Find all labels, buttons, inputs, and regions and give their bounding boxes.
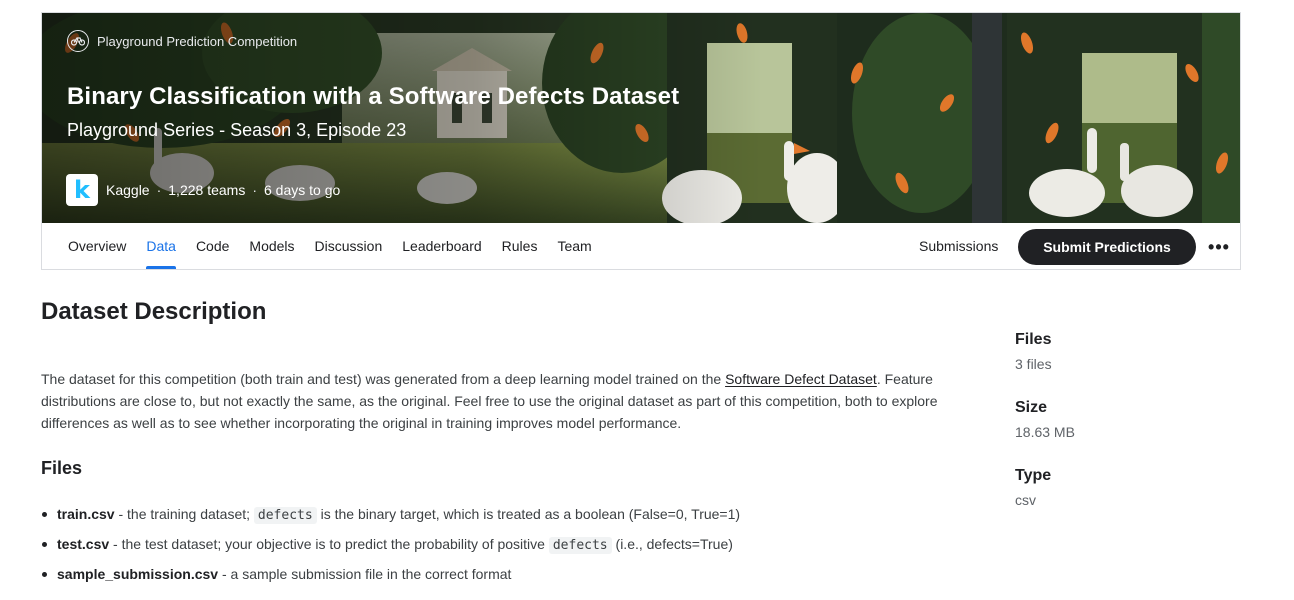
competition-title: Binary Classification with a Software De…: [67, 83, 680, 110]
submissions-link[interactable]: Submissions: [919, 223, 998, 269]
competition-header-card: Playground Prediction Competition Binary…: [41, 12, 1241, 270]
size-label: Size: [1015, 399, 1048, 416]
tab-models[interactable]: Models: [239, 223, 304, 269]
file-description: - the training dataset;: [114, 506, 254, 522]
page-title: Dataset Description: [41, 298, 267, 325]
separator-dot: ·: [156, 182, 162, 198]
bicycle-icon: [67, 30, 89, 52]
file-name: test.csv: [57, 536, 110, 552]
size-block: Size 18.63 MB: [1015, 398, 1215, 466]
team-count: 1,228 teams: [168, 182, 246, 198]
tab-code[interactable]: Code: [186, 223, 239, 269]
list-item: train.csv - the training dataset; defect…: [41, 503, 996, 533]
kaggle-logo-icon[interactable]: k: [66, 174, 98, 206]
software-defect-dataset-link[interactable]: Software Defect Dataset: [725, 371, 877, 387]
file-description: is the binary target, which is treated a…: [316, 506, 741, 522]
files-label: Files: [1015, 331, 1052, 348]
file-list: train.csv - the training dataset; defect…: [41, 503, 996, 593]
inline-code: defects: [548, 537, 612, 554]
list-item: sample_submission.csv - a sample submiss…: [41, 563, 996, 593]
description-paragraph: The dataset for this competition (both t…: [41, 368, 996, 434]
files-heading: Files: [41, 458, 83, 478]
competition-nav: Overview Data Code Models Discussion Lea…: [42, 223, 1240, 269]
competition-type: Playground Prediction Competition: [67, 30, 297, 52]
file-name: sample_submission.csv: [57, 566, 219, 582]
submit-predictions-button[interactable]: Submit Predictions: [1018, 229, 1196, 265]
inline-code: defects: [253, 507, 317, 524]
tab-overview[interactable]: Overview: [58, 223, 136, 269]
tab-data[interactable]: Data: [136, 223, 186, 269]
files-value: 3 files: [1015, 356, 1052, 372]
file-name: train.csv: [57, 506, 115, 522]
host-info: k Kaggle · 1,228 teams · 6 days to go: [66, 174, 340, 206]
dataset-description: Dataset Description The dataset for this…: [41, 298, 996, 582]
tab-leaderboard[interactable]: Leaderboard: [392, 223, 491, 269]
competition-banner: Playground Prediction Competition Binary…: [42, 13, 1240, 223]
competition-subtitle: Playground Series - Season 3, Episode 23: [67, 120, 407, 140]
separator-dot: ·: [252, 182, 257, 198]
tab-team[interactable]: Team: [547, 223, 601, 269]
type-label: Type: [1015, 467, 1052, 484]
competition-type-label: Playground Prediction Competition: [97, 33, 298, 49]
host-name[interactable]: Kaggle: [106, 182, 150, 198]
size-value: 18.63 MB: [1015, 424, 1075, 440]
more-horizontal-icon[interactable]: •••: [1202, 229, 1236, 265]
tab-list: Overview Data Code Models Discussion Lea…: [58, 223, 602, 269]
tab-rules[interactable]: Rules: [492, 223, 548, 269]
tab-discussion[interactable]: Discussion: [305, 223, 393, 269]
dataset-metadata-sidebar: Files 3 files Size 18.63 MB Type csv: [1015, 330, 1215, 534]
file-description: - a sample submission file in the correc…: [218, 566, 512, 582]
type-value: csv: [1015, 492, 1036, 508]
description-text: The dataset for this competition (both t…: [41, 371, 726, 387]
type-block: Type csv: [1015, 466, 1215, 534]
files-count-block: Files 3 files: [1015, 330, 1215, 398]
deadline: 6 days to go: [264, 182, 341, 198]
list-item: test.csv - the test dataset; your object…: [41, 533, 996, 563]
file-description: (i.e., defects=True): [611, 536, 733, 552]
file-description: - the test dataset; your objective is to…: [109, 536, 549, 552]
